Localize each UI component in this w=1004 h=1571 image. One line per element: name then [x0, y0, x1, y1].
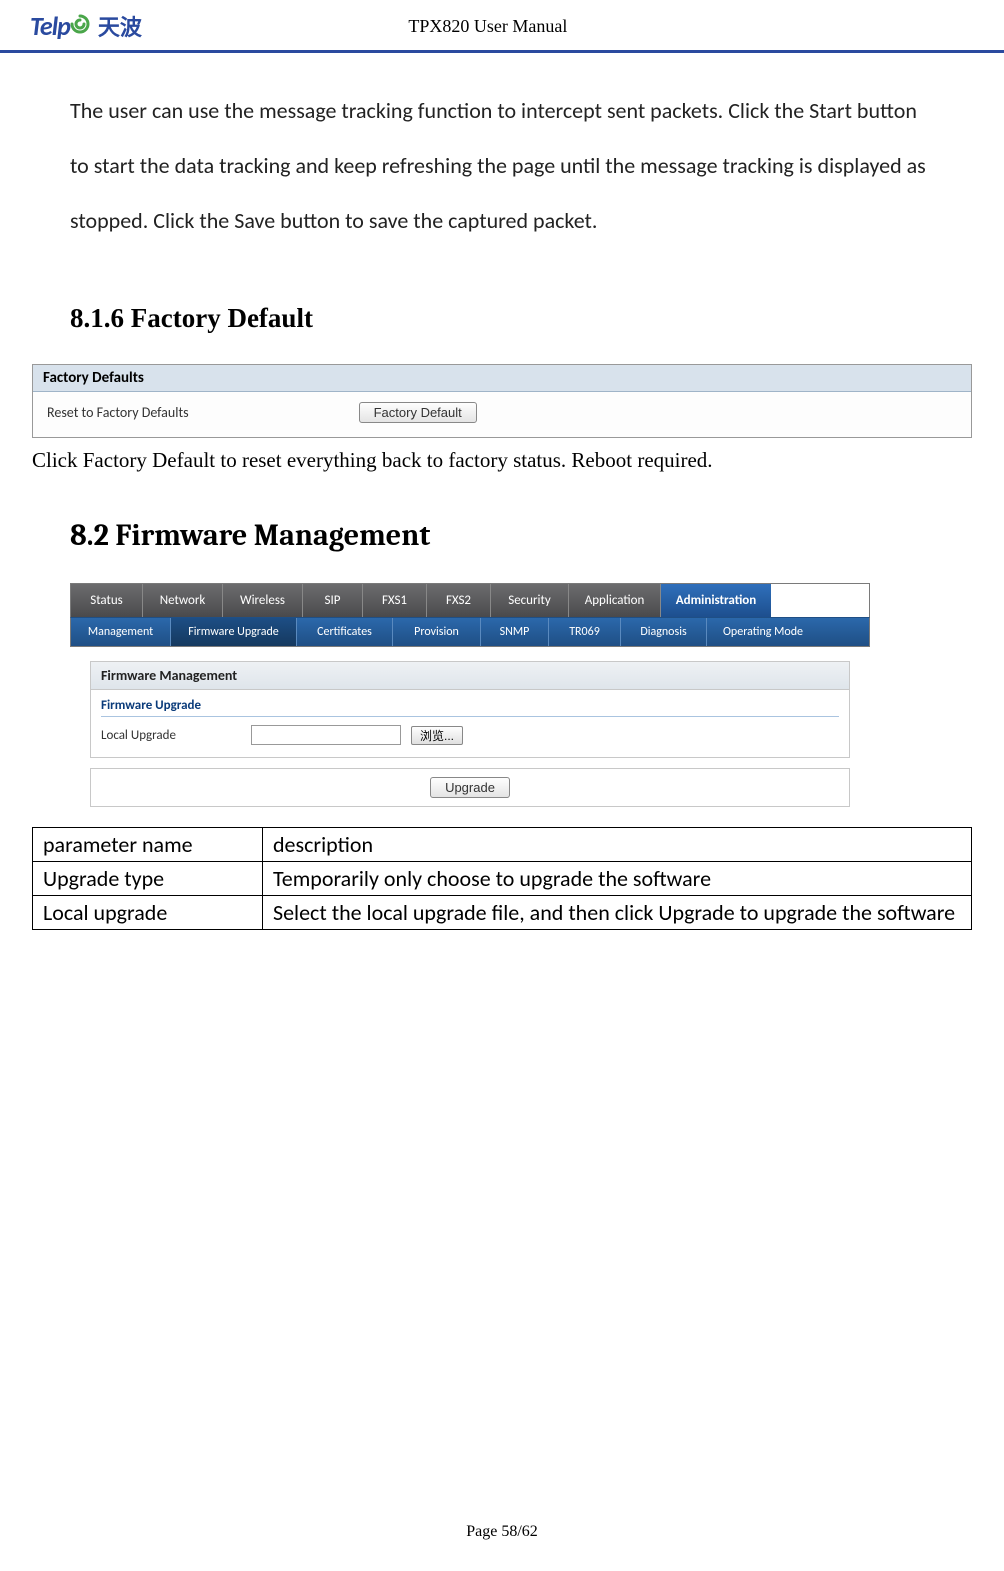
firmware-panel: Firmware Management Firmware Upgrade Loc… [90, 661, 850, 758]
upgrade-button-row: Upgrade [90, 768, 850, 807]
local-upgrade-label: Local Upgrade [101, 728, 241, 743]
browse-button[interactable]: 浏览... [411, 726, 463, 745]
sub-tabs: ManagementFirmware UpgradeCertificatesPr… [70, 617, 870, 647]
firmware-screenshot: StatusNetworkWirelessSIPFXS1FXS2Security… [70, 583, 870, 807]
file-path-input[interactable] [251, 725, 401, 745]
table-header: parameter name [33, 828, 263, 862]
main-tab-fxs1[interactable]: FXS1 [363, 584, 427, 617]
table-cell: Select the local upgrade file, and then … [263, 896, 972, 930]
sub-tab-tr069[interactable]: TR069 [549, 618, 621, 646]
factory-default-heading: 8.1.6 Factory Default [70, 303, 934, 334]
sub-tab-firmware-upgrade[interactable]: Firmware Upgrade [171, 618, 297, 646]
main-tabs: StatusNetworkWirelessSIPFXS1FXS2Security… [70, 583, 870, 617]
table-header: description [263, 828, 972, 862]
factory-reset-label: Reset to Factory Defaults [47, 404, 189, 421]
page-footer: Page 58/62 [0, 1523, 1004, 1541]
header-title: TPX820 User Manual [2, 16, 974, 37]
sub-tab-operating-mode[interactable]: Operating Mode [707, 618, 819, 646]
main-tab-fxs2[interactable]: FXS2 [427, 584, 491, 617]
main-tab-security[interactable]: Security [491, 584, 569, 617]
factory-caption: Click Factory Default to reset everythin… [32, 448, 934, 473]
firmware-heading: 8.2 Firmware Management [70, 518, 934, 553]
main-tab-application[interactable]: Application [569, 584, 661, 617]
sub-tab-snmp[interactable]: SNMP [481, 618, 549, 646]
sub-tab-certificates[interactable]: Certificates [297, 618, 393, 646]
firmware-subheader: Firmware Upgrade [101, 698, 839, 717]
parameter-table: parameter namedescriptionUpgrade typeTem… [32, 827, 972, 930]
table-row: Upgrade typeTemporarily only choose to u… [33, 862, 972, 896]
main-tab-status[interactable]: Status [71, 584, 143, 617]
firmware-panel-title: Firmware Management [91, 662, 849, 690]
sub-tab-provision[interactable]: Provision [393, 618, 481, 646]
factory-default-button[interactable]: Factory Default [359, 402, 477, 423]
table-cell: Temporarily only choose to upgrade the s… [263, 862, 972, 896]
upgrade-button[interactable]: Upgrade [430, 777, 510, 798]
main-tab-network[interactable]: Network [143, 584, 223, 617]
page-header: Telp 天波 TPX820 User Manual [0, 0, 1004, 53]
factory-box-title: Factory Defaults [33, 365, 971, 392]
intro-paragraph: The user can use the message tracking fu… [70, 83, 934, 248]
main-tab-wireless[interactable]: Wireless [223, 584, 303, 617]
factory-defaults-box: Factory Defaults Reset to Factory Defaul… [32, 364, 972, 438]
sub-tab-management[interactable]: Management [71, 618, 171, 646]
main-tab-sip[interactable]: SIP [303, 584, 363, 617]
table-cell: Upgrade type [33, 862, 263, 896]
main-tab-administration[interactable]: Administration [661, 584, 771, 617]
table-row: Local upgradeSelect the local upgrade fi… [33, 896, 972, 930]
table-cell: Local upgrade [33, 896, 263, 930]
sub-tab-diagnosis[interactable]: Diagnosis [621, 618, 707, 646]
